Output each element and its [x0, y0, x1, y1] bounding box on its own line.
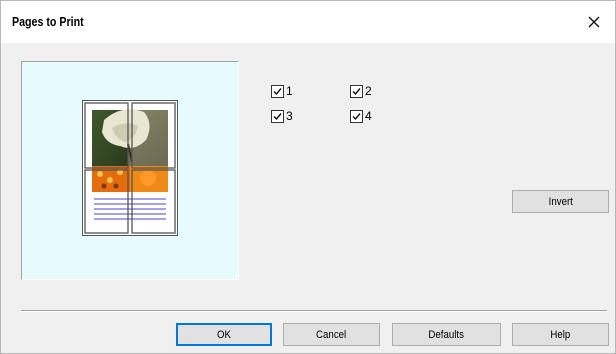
defaults-button-label: Defaults	[428, 328, 465, 341]
ok-button[interactable]: OK	[176, 323, 272, 346]
close-button[interactable]	[580, 9, 608, 35]
page-2-label: 2	[365, 84, 372, 98]
cancel-button-label: Cancel	[316, 328, 347, 341]
checkbox-box[interactable]	[350, 109, 363, 123]
help-button-label: Help	[550, 328, 571, 341]
checkmark-icon	[273, 87, 282, 95]
cancel-button[interactable]: Cancel	[283, 323, 380, 346]
invert-button[interactable]: Invert	[512, 190, 609, 213]
title-bar: Pages to Print	[1, 1, 615, 43]
checkbox-box[interactable]	[271, 84, 284, 98]
invert-button-label: Invert	[548, 195, 573, 208]
page-layout-preview	[21, 61, 239, 280]
close-icon	[588, 16, 600, 28]
page-2-checkbox[interactable]: 2	[350, 84, 372, 98]
page-3-checkbox[interactable]: 3	[271, 109, 293, 123]
defaults-button[interactable]: Defaults	[392, 323, 501, 346]
ok-button-label: OK	[217, 328, 231, 341]
layout-preview-image	[82, 100, 178, 236]
checkbox-box[interactable]	[350, 84, 363, 98]
page-4-label: 4	[365, 109, 372, 123]
separator	[21, 310, 607, 312]
page-1-checkbox[interactable]: 1	[271, 84, 293, 98]
pages-to-print-dialog: Pages to Print 1 2 3 4 Invert OK Cancel …	[0, 0, 616, 354]
checkmark-icon	[273, 112, 282, 120]
checkmark-icon	[352, 87, 361, 95]
checkbox-box[interactable]	[271, 109, 284, 123]
page-4-checkbox[interactable]: 4	[350, 109, 372, 123]
page-1-label: 1	[286, 84, 293, 98]
dialog-title: Pages to Print	[12, 14, 84, 29]
page-3-label: 3	[286, 109, 293, 123]
help-button[interactable]: Help	[512, 323, 609, 346]
checkmark-icon	[352, 112, 361, 120]
